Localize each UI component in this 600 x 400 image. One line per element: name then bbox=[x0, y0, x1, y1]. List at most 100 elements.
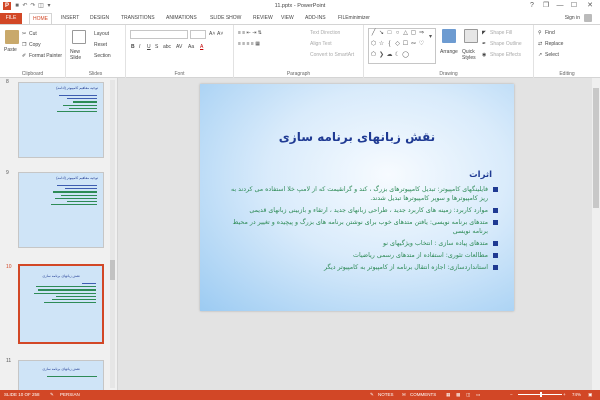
minimize-button[interactable]: — bbox=[554, 1, 566, 11]
thumbnail-scroll-thumb[interactable] bbox=[110, 260, 115, 280]
zoom-out-icon[interactable]: − bbox=[510, 392, 513, 397]
italic-button[interactable]: I bbox=[139, 44, 140, 50]
maximize-button[interactable]: ☐ bbox=[568, 1, 580, 11]
hexagon-shape-icon[interactable]: ⬡ bbox=[370, 41, 377, 47]
language-indicator[interactable]: PERSIAN bbox=[60, 392, 80, 397]
layout-button[interactable]: Layout bbox=[94, 31, 109, 37]
curve-shape-icon[interactable]: ∾ bbox=[410, 41, 417, 47]
slide-thumbnail-10[interactable]: نقش زبانهای برنامه سازی bbox=[18, 264, 104, 344]
text-direction-button[interactable]: Text Direction bbox=[310, 30, 340, 36]
callout-shape-icon[interactable]: ☐ bbox=[402, 41, 409, 47]
slide-bullet-list[interactable]: فایلینگهای کامپیوتر: تبدیل کامپیوترهای ب… bbox=[228, 185, 498, 275]
fit-slide-icon[interactable]: ▣ bbox=[588, 392, 592, 398]
help-button[interactable]: ? bbox=[526, 1, 538, 11]
tab-insert[interactable]: INSERT bbox=[61, 13, 79, 24]
avatar[interactable] bbox=[584, 14, 592, 22]
shrink-font-button[interactable]: A˅ bbox=[217, 31, 223, 37]
tab-home[interactable]: HOME bbox=[29, 13, 52, 24]
font-name-select[interactable] bbox=[130, 30, 188, 39]
align-text-button[interactable]: Align Text bbox=[310, 41, 332, 47]
cloud-shape-icon[interactable]: ☁ bbox=[386, 52, 393, 58]
line-shape-icon[interactable]: ╱ bbox=[370, 30, 377, 36]
format-painter-button[interactable]: Format Painter bbox=[29, 53, 62, 59]
tab-fileminimizer[interactable]: FILEminimizer bbox=[338, 13, 370, 24]
chevron-shape-icon[interactable]: ❯ bbox=[378, 52, 385, 58]
triangle-shape-icon[interactable]: △ bbox=[402, 30, 409, 36]
thumbnail-scrollbar[interactable] bbox=[110, 80, 115, 388]
arrow-shape-icon[interactable]: ↘ bbox=[378, 30, 385, 36]
new-slide-button[interactable]: New Slide bbox=[70, 49, 92, 61]
bullets-icon[interactable]: ≡ ≡ ⇤ ⇥ ⇅ bbox=[238, 30, 262, 36]
arrange-button[interactable]: Arrange bbox=[440, 49, 458, 55]
shape-effects-button[interactable]: Shape Effects bbox=[490, 52, 521, 58]
sign-in-link[interactable]: Sign in bbox=[565, 15, 580, 21]
tab-file[interactable]: FILE bbox=[0, 13, 22, 24]
slide-title[interactable]: نقش زبانهای برنامه سازی bbox=[200, 130, 514, 144]
font-size-select[interactable] bbox=[190, 30, 206, 39]
copy-button[interactable]: Copy bbox=[29, 42, 41, 48]
editor-scroll-thumb[interactable] bbox=[593, 88, 599, 208]
tab-transitions[interactable]: TRANSITIONS bbox=[121, 13, 155, 24]
quick-styles-icon[interactable] bbox=[464, 29, 478, 43]
star-shape-icon[interactable]: ☆ bbox=[378, 41, 385, 47]
moon-shape-icon[interactable]: ☾ bbox=[394, 52, 401, 58]
replace-button[interactable]: Replace bbox=[545, 41, 563, 47]
gallery-more-icon[interactable]: ▾ bbox=[427, 34, 434, 40]
reading-view-icon[interactable]: ◫ bbox=[466, 392, 470, 398]
slide-heading[interactable]: اثرات bbox=[469, 170, 492, 180]
editor-scrollbar[interactable] bbox=[592, 78, 600, 390]
oval-shape-icon[interactable]: ○ bbox=[394, 30, 401, 36]
zoom-level[interactable]: 74% bbox=[572, 392, 581, 397]
reset-button[interactable]: Reset bbox=[94, 42, 107, 48]
bold-button[interactable]: B bbox=[131, 44, 135, 50]
strikethrough-button[interactable]: S bbox=[155, 44, 158, 50]
normal-view-icon[interactable]: ▦ bbox=[446, 392, 450, 398]
font-color-button[interactable]: A bbox=[200, 44, 203, 50]
slideshow-view-icon[interactable]: ▭ bbox=[476, 392, 480, 398]
slide-thumbnail-8[interactable]: توجیه مفاهیم کامپیوتر (ادامه) bbox=[18, 82, 104, 158]
convert-smartart-button[interactable]: Convert to SmartArt bbox=[310, 52, 354, 58]
underline-button[interactable]: U bbox=[147, 44, 151, 50]
block-arrow-shape-icon[interactable]: ⇒ bbox=[418, 30, 425, 36]
tab-review[interactable]: REVIEW bbox=[253, 13, 273, 24]
current-slide[interactable]: نقش زبانهای برنامه سازی اثرات فایلینگهای… bbox=[200, 84, 514, 311]
zoom-slider-knob[interactable] bbox=[540, 392, 542, 397]
change-case-button[interactable]: Aa bbox=[188, 44, 194, 50]
pentagon-shape-icon[interactable]: ⬠ bbox=[370, 52, 377, 58]
section-button[interactable]: Section bbox=[94, 53, 111, 59]
slide-thumbnail-9[interactable]: توجیه مفاهیم کامپیوتر (ادامه) bbox=[18, 172, 104, 248]
zoom-in-icon[interactable]: + bbox=[563, 392, 566, 397]
paste-icon[interactable] bbox=[5, 30, 19, 44]
slide-sorter-icon[interactable]: ▩ bbox=[456, 392, 460, 398]
cut-button[interactable]: Cut bbox=[29, 31, 37, 37]
quick-styles-button[interactable]: Quick Styles bbox=[462, 49, 480, 61]
text-shadow-button[interactable]: abc bbox=[163, 44, 171, 50]
tab-animations[interactable]: ANIMATIONS bbox=[166, 13, 197, 24]
find-button[interactable]: Find bbox=[545, 30, 555, 36]
close-button[interactable]: ✕ bbox=[584, 1, 596, 11]
select-button[interactable]: Select bbox=[545, 52, 559, 58]
shape-fill-button[interactable]: Shape Fill bbox=[490, 30, 512, 36]
grow-font-button[interactable]: A˄ bbox=[209, 31, 215, 37]
zoom-slider[interactable] bbox=[518, 392, 562, 397]
shape-outline-button[interactable]: Shape Outline bbox=[490, 41, 522, 47]
slide-thumbnail-11[interactable]: نقش زبانهای برنامه سازی bbox=[18, 360, 104, 390]
heart-shape-icon[interactable]: ♡ bbox=[418, 41, 425, 47]
tab-add-ins[interactable]: ADD-INS bbox=[305, 13, 326, 24]
rounded-rect-shape-icon[interactable]: ▢ bbox=[410, 30, 417, 36]
rectangle-shape-icon[interactable]: □ bbox=[386, 30, 393, 36]
ribbon-display-options-button[interactable]: ❐ bbox=[540, 1, 552, 11]
notes-button[interactable]: NOTES bbox=[378, 392, 394, 397]
cylinder-shape-icon[interactable]: ◯ bbox=[402, 52, 409, 58]
tab-slide-show[interactable]: SLIDE SHOW bbox=[210, 13, 241, 24]
comments-button[interactable]: COMMENTS bbox=[410, 392, 436, 397]
tab-design[interactable]: DESIGN bbox=[90, 13, 109, 24]
brace-shape-icon[interactable]: { bbox=[386, 41, 393, 47]
arrange-icon[interactable] bbox=[442, 29, 456, 43]
new-slide-icon[interactable] bbox=[72, 30, 86, 44]
diamond-shape-icon[interactable]: ◇ bbox=[394, 41, 401, 47]
spellcheck-icon[interactable]: ✎ bbox=[50, 392, 54, 398]
tab-view[interactable]: VIEW bbox=[281, 13, 294, 24]
paste-button[interactable]: Paste bbox=[4, 47, 17, 53]
character-spacing-button[interactable]: AV bbox=[176, 44, 182, 50]
